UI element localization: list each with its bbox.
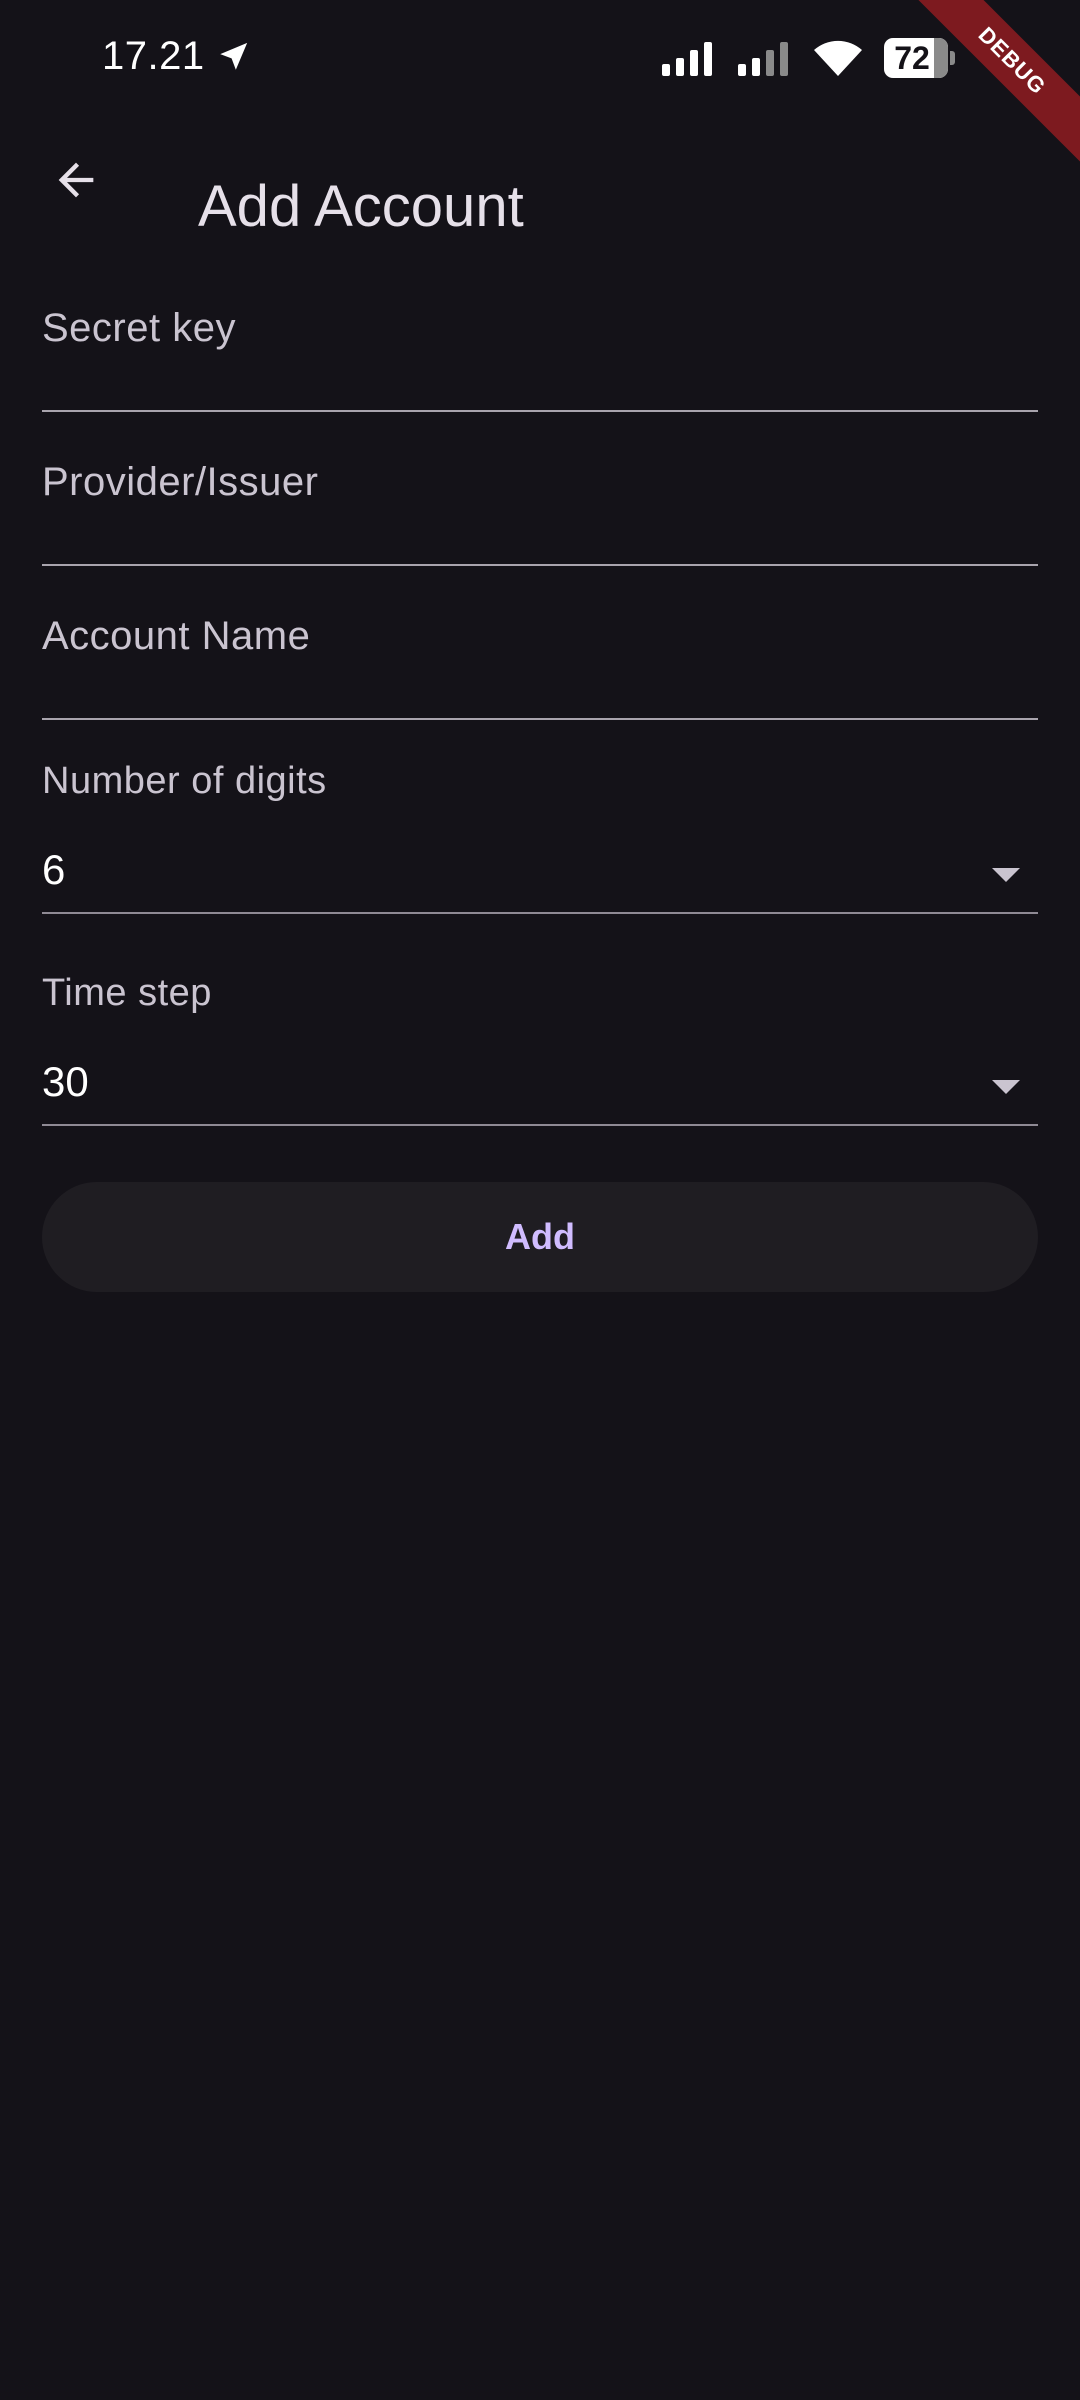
account-name-label: Account Name xyxy=(42,614,311,658)
time-step-label: Time step xyxy=(42,972,212,1014)
app-bar: Add Account xyxy=(0,120,1080,239)
number-of-digits-dropdown[interactable]: Number of digits 6 xyxy=(42,760,1038,914)
number-of-digits-label: Number of digits xyxy=(42,760,327,802)
dropdown-arrow-icon xyxy=(992,1080,1020,1094)
status-time: 17.21 xyxy=(102,34,205,78)
time-step-value: 30 xyxy=(42,1058,89,1105)
time-step-dropdown[interactable]: Time step 30 xyxy=(42,972,1038,1126)
navigation-arrow-icon xyxy=(220,42,248,70)
back-button[interactable] xyxy=(34,138,118,222)
arrow-left-icon xyxy=(58,162,94,198)
provider-issuer-label: Provider/Issuer xyxy=(42,460,319,504)
signal-icon xyxy=(662,42,712,76)
status-bar: 17.21 72 xyxy=(0,0,1080,120)
account-name-field[interactable]: Account Name xyxy=(42,578,1038,720)
provider-issuer-field[interactable]: Provider/Issuer xyxy=(42,424,1038,566)
battery-icon: 72 xyxy=(884,38,956,78)
dropdown-arrow-icon xyxy=(992,868,1020,882)
wifi-icon xyxy=(814,40,862,76)
secret-key-label: Secret key xyxy=(42,306,236,350)
page-title: Add Account xyxy=(198,173,524,239)
battery-percent: 72 xyxy=(894,40,930,76)
number-of-digits-value: 6 xyxy=(42,846,66,893)
signal-icon xyxy=(738,42,788,76)
secret-key-field[interactable]: Secret key xyxy=(42,270,1038,412)
add-button[interactable]: Add xyxy=(42,1182,1038,1292)
